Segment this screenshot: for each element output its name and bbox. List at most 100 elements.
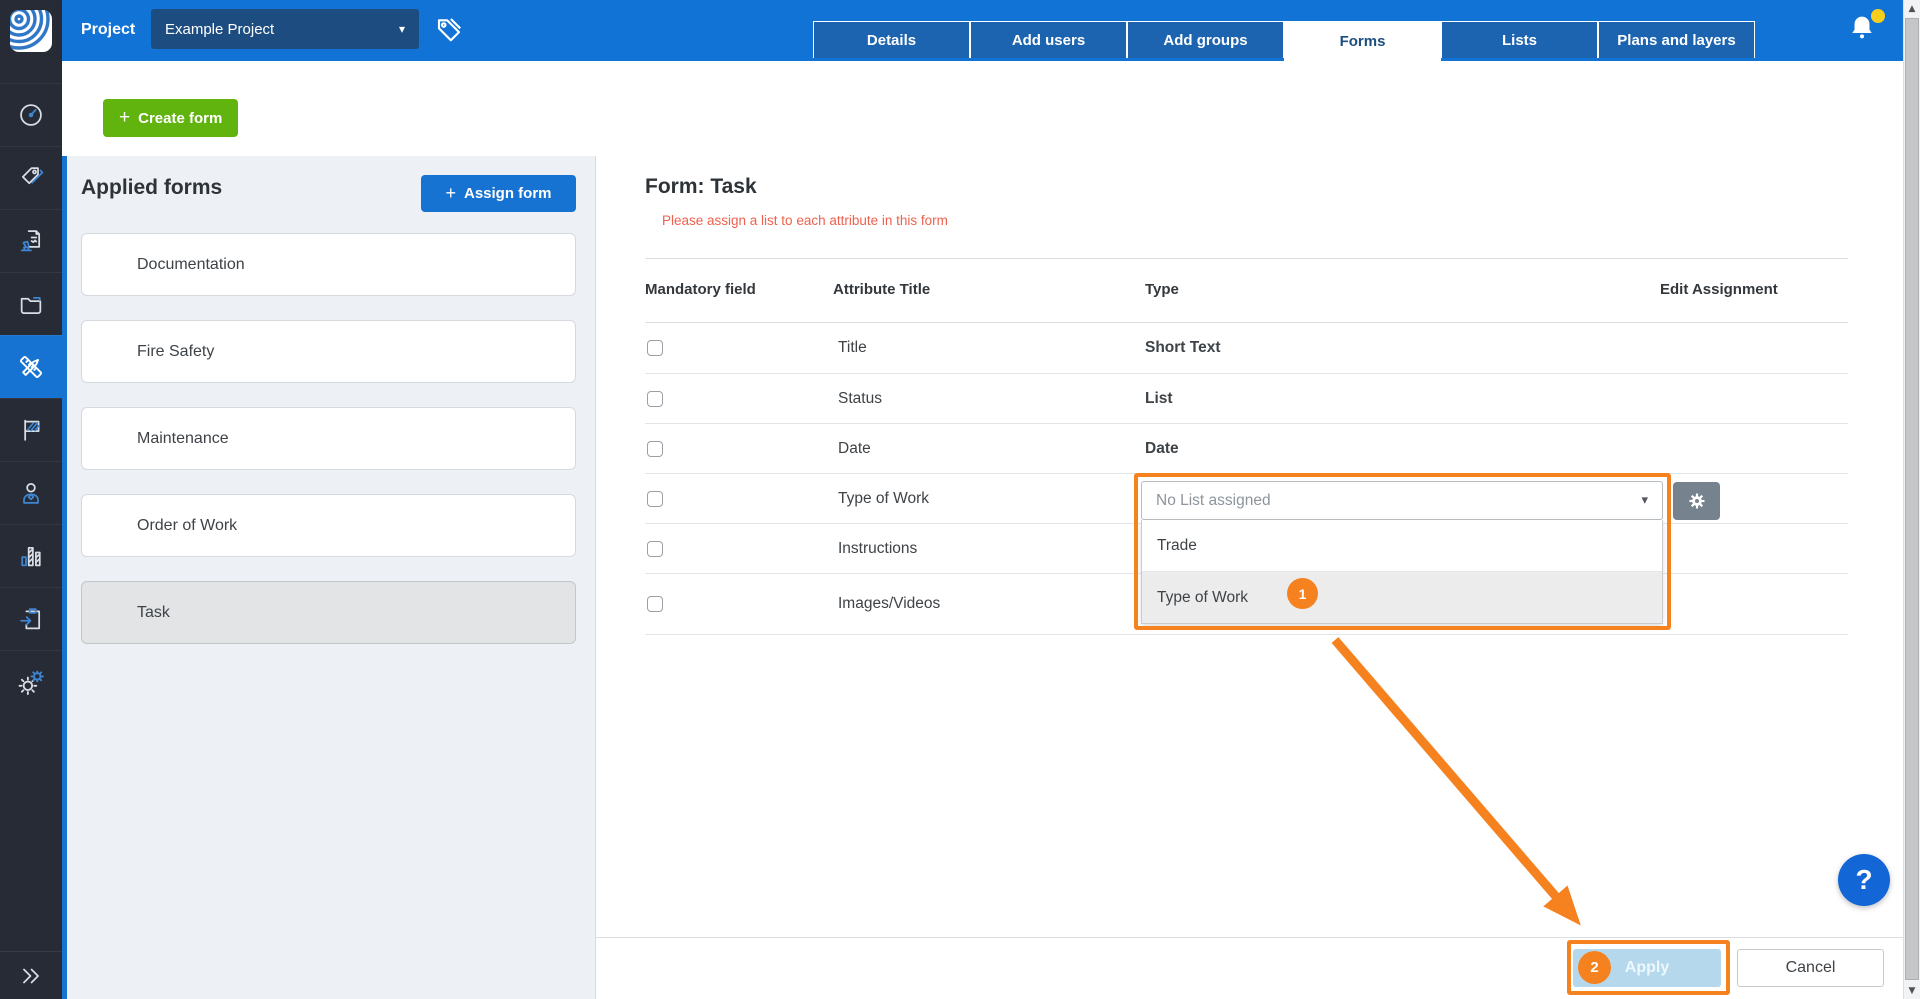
annotation-step-2-badge: 2 bbox=[1578, 951, 1611, 984]
plus-icon: + bbox=[119, 107, 130, 129]
applied-forms-panel: Applied forms + Assign form Documentatio… bbox=[62, 156, 596, 999]
project-tags-button[interactable] bbox=[434, 14, 464, 49]
tab-add-groups[interactable]: Add groups bbox=[1127, 21, 1284, 58]
notification-badge bbox=[1871, 9, 1885, 23]
option-type-of-work[interactable]: Type of Work bbox=[1142, 571, 1662, 623]
mandatory-checkbox[interactable] bbox=[647, 340, 663, 356]
project-selector-value: Example Project bbox=[165, 21, 274, 38]
column-header-mandatory: Mandatory field bbox=[645, 281, 756, 298]
logo-icon bbox=[10, 10, 52, 52]
form-card-task[interactable]: Task bbox=[81, 581, 576, 644]
attribute-type: Short Text bbox=[1145, 339, 1221, 357]
list-assignment-select[interactable]: No List assigned ▾ bbox=[1141, 481, 1663, 520]
assign-form-label: Assign form bbox=[464, 185, 552, 202]
tab-plans-and-layers[interactable]: Plans and layers bbox=[1598, 21, 1755, 58]
divider bbox=[645, 258, 1848, 259]
panel-accent-strip bbox=[62, 156, 67, 999]
person-icon bbox=[17, 479, 45, 507]
chevrons-right-icon bbox=[18, 963, 44, 989]
gauge-icon bbox=[17, 101, 45, 129]
assign-form-button[interactable]: + Assign form bbox=[421, 175, 576, 212]
mandatory-checkbox[interactable] bbox=[647, 541, 663, 557]
create-form-button[interactable]: + Create form bbox=[103, 99, 238, 137]
mandatory-checkbox[interactable] bbox=[647, 491, 663, 507]
table-row-title: Title Short Text bbox=[645, 322, 1848, 373]
form-card-order-of-work[interactable]: Order of Work bbox=[81, 494, 576, 557]
project-label: Project bbox=[81, 21, 135, 39]
attribute-title: Instructions bbox=[838, 540, 917, 558]
attribute-title: Title bbox=[838, 339, 867, 357]
form-card-label: Fire Safety bbox=[137, 343, 214, 361]
sidebar-item-reports[interactable] bbox=[0, 524, 62, 587]
form-title: Form: Task bbox=[645, 175, 757, 199]
app-root: { "header": { "project_label": "Project"… bbox=[0, 0, 1920, 999]
tag-icon bbox=[434, 14, 464, 44]
table-row-date: Date Date bbox=[645, 423, 1848, 473]
page-scrollbar: ▲ ▼ bbox=[1903, 0, 1920, 999]
sidebar-item-forms[interactable] bbox=[0, 335, 62, 398]
tab-add-users[interactable]: Add users bbox=[970, 21, 1127, 58]
tab-lists[interactable]: Lists bbox=[1441, 21, 1598, 58]
scroll-up-arrow[interactable]: ▲ bbox=[1904, 0, 1920, 17]
caret-down-icon: ▾ bbox=[1641, 493, 1648, 508]
sidebar-expand-button[interactable] bbox=[0, 951, 62, 999]
column-header-type: Type bbox=[1145, 281, 1179, 298]
form-warning-text: Please assign a list to each attribute i… bbox=[662, 213, 948, 228]
gear-icon bbox=[1687, 491, 1707, 511]
sidebar-item-users[interactable] bbox=[0, 461, 62, 524]
scroll-down-arrow[interactable]: ▼ bbox=[1904, 982, 1920, 999]
attribute-title: Type of Work bbox=[838, 490, 929, 508]
attribute-title: Date bbox=[838, 440, 871, 458]
flag-icon bbox=[17, 416, 45, 444]
mandatory-checkbox[interactable] bbox=[647, 441, 663, 457]
folder-icon bbox=[17, 290, 45, 318]
ruler-pencil-icon bbox=[16, 352, 46, 382]
list-assignment-value: No List assigned bbox=[1156, 492, 1271, 510]
form-detail-panel: Form: Task Please assign a list to each … bbox=[596, 61, 1903, 999]
sidebar-item-transfer[interactable] bbox=[0, 587, 62, 650]
option-trade[interactable]: Trade bbox=[1142, 520, 1662, 571]
project-selector[interactable]: Example Project ▾ bbox=[151, 9, 419, 49]
app-logo[interactable] bbox=[0, 0, 62, 62]
help-fab-button[interactable]: ? bbox=[1838, 854, 1890, 906]
edit-assignment-button[interactable] bbox=[1673, 482, 1720, 520]
list-assignment-options: Trade Type of Work bbox=[1141, 520, 1663, 624]
attribute-title: Images/Videos bbox=[838, 595, 940, 613]
column-header-edit-assignment: Edit Assignment bbox=[1660, 281, 1778, 298]
cancel-button[interactable]: Cancel bbox=[1737, 949, 1884, 987]
gears-icon bbox=[16, 667, 46, 697]
mandatory-checkbox[interactable] bbox=[647, 596, 663, 612]
form-card-label: Maintenance bbox=[137, 430, 229, 448]
sidebar-item-dashboard[interactable] bbox=[0, 83, 62, 146]
create-form-label: Create form bbox=[138, 110, 222, 127]
stamp-document-icon bbox=[17, 227, 45, 255]
column-header-attribute-title: Attribute Title bbox=[833, 281, 930, 298]
sidebar-item-documents[interactable] bbox=[0, 272, 62, 335]
form-card-documentation[interactable]: Documentation bbox=[81, 233, 576, 296]
tab-details[interactable]: Details bbox=[813, 21, 970, 58]
clipboard-import-icon bbox=[17, 605, 45, 633]
project-tabs: Details Add users Add groups Forms Lists… bbox=[813, 21, 1755, 61]
caret-down-icon: ▾ bbox=[399, 22, 405, 36]
notifications-button[interactable] bbox=[1846, 11, 1886, 51]
sidebar-item-approvals[interactable] bbox=[0, 209, 62, 272]
form-card-maintenance[interactable]: Maintenance bbox=[81, 407, 576, 470]
annotation-step-1-badge: 1 bbox=[1287, 578, 1318, 609]
form-card-label: Task bbox=[137, 604, 170, 622]
plus-icon: + bbox=[445, 183, 456, 204]
sidebar-item-flags[interactable] bbox=[0, 398, 62, 461]
form-card-fire-safety[interactable]: Fire Safety bbox=[81, 320, 576, 383]
sidebar-item-tags[interactable] bbox=[0, 146, 62, 209]
attribute-type: Date bbox=[1145, 440, 1179, 458]
attribute-title: Status bbox=[838, 390, 882, 408]
tab-forms[interactable]: Forms bbox=[1284, 21, 1441, 61]
mandatory-checkbox[interactable] bbox=[647, 391, 663, 407]
tags-icon bbox=[17, 164, 45, 192]
table-row-status: Status List bbox=[645, 373, 1848, 423]
bar-chart-icon bbox=[17, 542, 45, 570]
scrollbar-thumb[interactable] bbox=[1905, 18, 1919, 980]
sidebar-item-settings[interactable] bbox=[0, 650, 62, 713]
form-card-label: Documentation bbox=[137, 256, 245, 274]
app-sidebar bbox=[0, 0, 62, 999]
applied-forms-title: Applied forms bbox=[81, 176, 222, 200]
